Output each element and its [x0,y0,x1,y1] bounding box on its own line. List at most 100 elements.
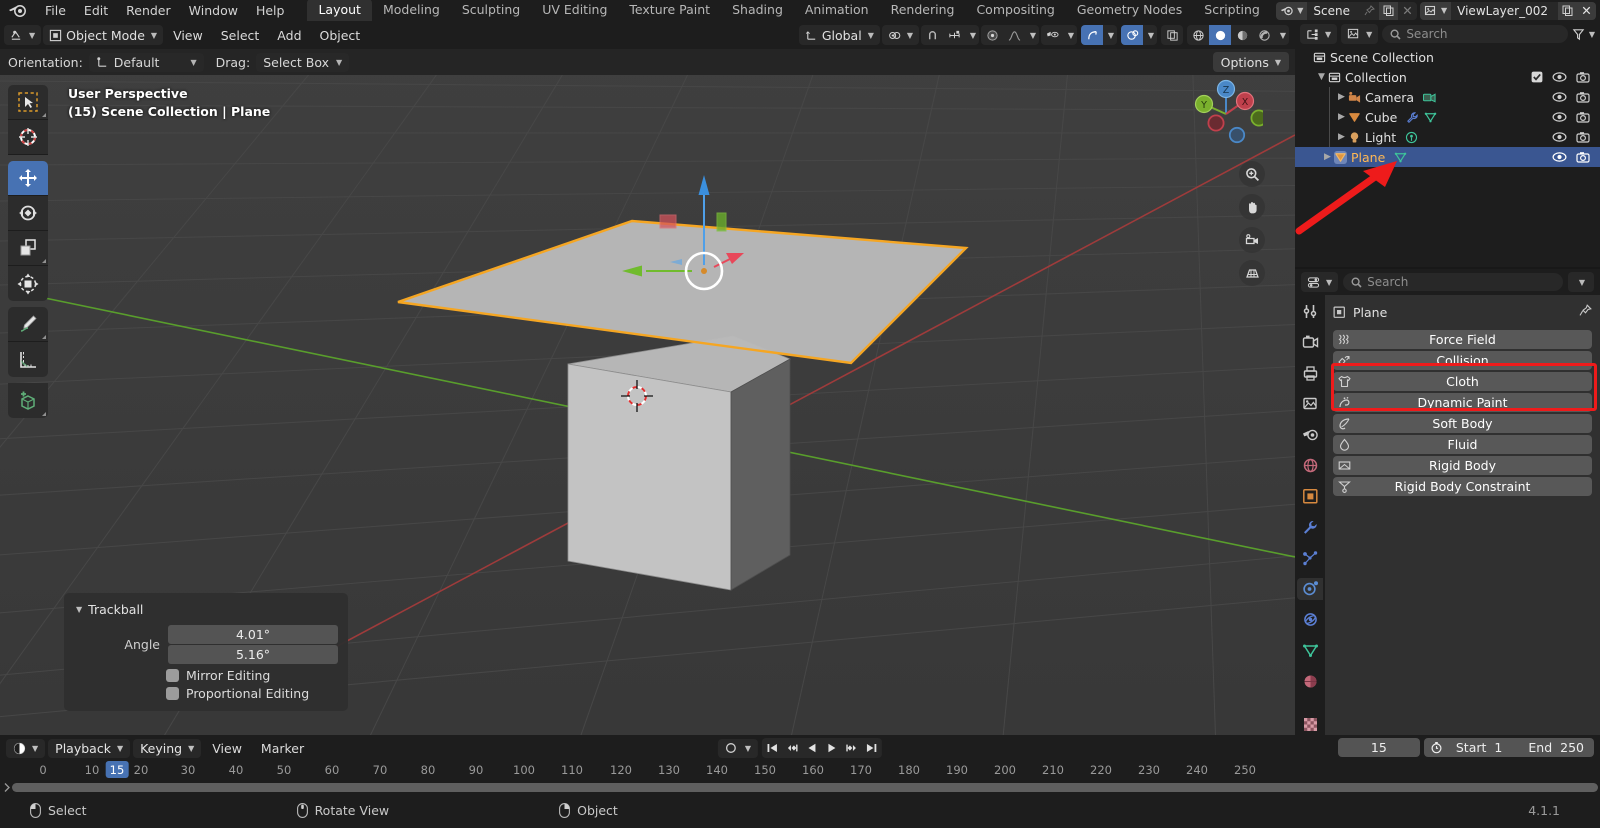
disclosure-triangle-right-icon[interactable]: ▶ [1321,152,1334,162]
play-button[interactable] [822,738,842,758]
physics-button-rigid-body[interactable]: Rigid Body [1333,456,1592,475]
pivot-point-selector[interactable]: ▼ [881,25,919,45]
properties-tab-data[interactable] [1297,640,1323,662]
current-frame-field[interactable]: 15 [1337,738,1420,757]
tool-rotate[interactable] [8,196,48,231]
view-layer-selector[interactable]: ▼ ViewLayer_002 ✕ [1420,1,1596,20]
disclosure-triangle-down-icon[interactable]: ▼ [1315,72,1328,82]
properties-options-button[interactable]: ▼ [1568,272,1594,292]
angle-y-field[interactable]: 5.16° [168,645,338,664]
play-reverse-button[interactable] [802,738,822,758]
hide-in-viewport-eye-icon[interactable] [1552,71,1567,83]
hide-in-viewport-eye-icon[interactable] [1552,151,1567,163]
tab-sculpting[interactable]: Sculpting [451,0,531,21]
physics-button-dynamic-paint[interactable]: Dynamic Paint [1333,393,1592,412]
use-preview-range-icon[interactable] [1424,741,1448,754]
proportional-editing-row[interactable]: Proportional Editing [64,683,348,701]
timeline-horizontal-scrollbar[interactable] [12,783,1598,792]
physics-button-soft-body[interactable]: Soft Body [1333,414,1592,433]
outliner-row-camera[interactable]: ▶ Camera [1295,87,1600,107]
editor-type-button[interactable]: ▼ [4,25,42,45]
toggle-perspective-icon[interactable] [1239,260,1265,286]
show-overlays-icon[interactable] [1121,25,1143,45]
properties-search-input[interactable]: Search [1343,273,1563,291]
pin-id-icon[interactable] [1579,304,1592,320]
tool-scale[interactable] [8,231,48,266]
zoom-icon[interactable] [1239,161,1265,187]
end-frame-value[interactable]: 250 [1560,740,1594,755]
mesh-data-icon[interactable] [1424,111,1437,124]
chevron-down-icon[interactable]: ▼ [1103,25,1117,45]
mesh-data-icon[interactable] [1394,151,1407,164]
properties-editor-type-button[interactable]: ▼ [1301,272,1339,292]
menu-file[interactable]: File [36,1,75,20]
wrench-modifier-icon[interactable] [1406,111,1419,124]
transform-orientation-selector[interactable]: Global ▼ [798,25,880,45]
hide-in-viewport-eye-icon[interactable] [1552,91,1567,103]
menu-help[interactable]: Help [247,1,294,20]
physics-button-rigid-body-constraint[interactable]: Rigid Body Constraint [1333,477,1592,496]
properties-tab-constraints[interactable] [1297,609,1323,631]
properties-tab-object[interactable] [1297,486,1323,508]
viewport-menu-object[interactable]: Object [312,28,369,43]
jump-to-prev-keyframe-button[interactable] [782,738,802,758]
chevron-down-icon[interactable]: ▼ [1143,25,1157,45]
outliner-row-plane[interactable]: ▶ Plane [1295,147,1600,167]
properties-editor[interactable]: ▼ Search ▼ Plane Force Field Collision C… [1295,269,1600,735]
wireframe-shading-icon[interactable] [1187,25,1209,45]
chevron-down-icon[interactable]: ▼ [965,25,979,45]
camera-view-icon[interactable] [1239,227,1265,253]
light-data-icon[interactable] [1405,131,1418,144]
chevron-down-icon[interactable]: ▼ [1589,30,1595,39]
operator-panel-title[interactable]: ▼ Trackball [64,599,348,624]
chevron-down-icon[interactable]: ▼ [1275,25,1289,45]
start-frame-value[interactable]: 1 [1494,740,1520,755]
pin-scene-icon[interactable] [1360,2,1379,20]
disable-in-render-camera-icon[interactable] [1576,151,1590,163]
tab-uv-editing[interactable]: UV Editing [531,0,618,21]
outliner-row-light[interactable]: ▶ Light [1295,127,1600,147]
outliner-row-cube[interactable]: ▶ Cube [1295,107,1600,127]
tool-move[interactable] [8,161,48,196]
playback-menu[interactable]: Playback ▼ [48,738,131,758]
viewport-menu-select[interactable]: Select [213,28,268,43]
properties-tab-texture[interactable] [1297,713,1323,735]
keying-menu[interactable]: Keying ▼ [133,738,202,758]
chevron-down-icon[interactable]: ▼ [1025,25,1039,45]
expand-sidebar-arrow-icon[interactable] [2,782,12,793]
orientation-dropdown[interactable]: Default ▼ [88,52,204,72]
pan-hand-icon[interactable] [1239,194,1265,220]
hide-in-viewport-eye-icon[interactable] [1552,111,1567,123]
disclosure-triangle-right-icon[interactable]: ▶ [1335,112,1348,122]
playhead-indicator[interactable]: 15 [105,761,129,778]
mirror-editing-checkbox[interactable] [166,669,179,682]
tool-add-cube[interactable] [8,383,48,418]
disable-in-render-camera-icon[interactable] [1576,71,1590,83]
disable-in-render-camera-icon[interactable] [1576,111,1590,123]
tab-scripting[interactable]: Scripting [1193,0,1271,21]
toggle-xray-icon[interactable] [1161,25,1183,45]
auto-keying-toggle[interactable]: ▼ [717,738,759,758]
collection-checkbox[interactable] [1531,71,1543,83]
physics-button-collision[interactable]: Collision [1333,351,1592,370]
tab-rendering[interactable]: Rendering [880,0,966,21]
jump-to-end-button[interactable] [862,738,882,758]
timeline-editor[interactable]: ▼ Playback ▼ Keying ▼ View Marker ▼ 15 S… [0,735,1600,793]
outliner-row-collection[interactable]: ▼ Collection [1295,67,1600,87]
properties-tab-particles[interactable] [1297,547,1323,569]
outliner-display-mode-button[interactable]: ▼ [1341,24,1379,44]
viewport-menu-view[interactable]: View [165,28,211,43]
properties-tab-render[interactable] [1297,332,1323,354]
operator-panel-trackball[interactable]: ▼ Trackball Angle 4.01° 5.16° Mirror Edi… [64,593,348,711]
new-view-layer-icon[interactable] [1558,1,1577,20]
timeline-menu-marker[interactable]: Marker [253,741,312,756]
snap-magnet-icon[interactable] [921,25,943,45]
tool-cursor[interactable] [8,120,48,155]
tool-transform[interactable] [8,266,48,301]
filter-icon[interactable] [1572,28,1585,41]
tool-select-box[interactable] [8,85,48,120]
disclosure-triangle-right-icon[interactable]: ▶ [1335,92,1348,102]
angle-x-field[interactable]: 4.01° [168,625,338,644]
object-mode-selector[interactable]: Object Mode ▼ [43,25,164,45]
hide-in-viewport-eye-icon[interactable] [1552,131,1567,143]
